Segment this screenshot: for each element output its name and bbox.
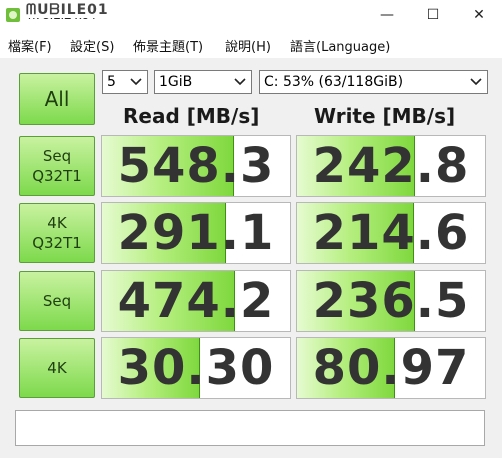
title-bar: rk 5.1.2 x64 ᗰᑌᗷIᒪE01 — ☐ ✕	[0, 0, 502, 30]
comment-field[interactable]	[15, 410, 485, 446]
4k-write-value: 80.97	[312, 340, 470, 396]
4k-read-value: 30.30	[117, 340, 275, 396]
chevron-down-icon	[130, 78, 142, 86]
read-header: Read [MB/s]	[123, 104, 260, 128]
4k-q32t1-button[interactable]: 4K Q32T1	[19, 203, 95, 263]
run-all-button[interactable]: All	[19, 73, 95, 125]
app-icon	[6, 8, 20, 22]
watermark-logo: ᗰᑌᗷIᒪE01	[24, 2, 111, 18]
seq-write-value: 236.5	[312, 273, 470, 329]
4k-q32t1-read-cell: 291.1	[101, 202, 291, 264]
drive-select[interactable]: C: 53% (63/118GiB)	[259, 70, 488, 94]
seq-q32t1-write-value: 242.8	[312, 138, 470, 194]
menu-help[interactable]: 說明(H)	[225, 36, 271, 55]
test-size-value: 1GiB	[159, 74, 193, 90]
row-label-line2: Q32T1	[32, 167, 82, 185]
4k-q32t1-write-cell: 214.6	[296, 202, 486, 264]
seq-q32t1-write-cell: 242.8	[296, 135, 486, 197]
menu-theme[interactable]: 佈景主題(T)	[133, 36, 203, 55]
chevron-down-icon	[234, 78, 246, 86]
minimize-icon: —	[380, 7, 394, 23]
drive-value: C: 53% (63/118GiB)	[264, 74, 404, 90]
write-header: Write [MB/s]	[314, 104, 456, 128]
4k-q32t1-read-value: 291.1	[117, 205, 275, 261]
4k-read-cell: 30.30	[101, 337, 291, 399]
close-icon: ✕	[473, 7, 485, 23]
menu-bar: 檔案(F) 設定(S) 佈景主題(T) 說明(H) 語言(Language)	[0, 31, 502, 58]
seq-read-value: 474.2	[117, 273, 275, 329]
seq-read-cell: 474.2	[101, 270, 291, 332]
seq-q32t1-read-cell: 548.3	[101, 135, 291, 197]
seq-button[interactable]: Seq	[19, 271, 95, 331]
menu-language[interactable]: 語言(Language)	[290, 36, 390, 55]
test-size-select[interactable]: 1GiB	[154, 70, 252, 94]
4k-write-cell: 80.97	[296, 337, 486, 399]
chevron-down-icon	[470, 78, 482, 86]
row-label-line1: 4K	[47, 359, 67, 377]
seq-q32t1-button[interactable]: Seq Q32T1	[19, 136, 95, 196]
row-label-line1: 4K	[47, 214, 67, 232]
seq-q32t1-read-value: 548.3	[117, 138, 275, 194]
seq-write-cell: 236.5	[296, 270, 486, 332]
minimize-button[interactable]: —	[364, 0, 410, 30]
maximize-icon: ☐	[426, 7, 440, 23]
test-count-value: 5	[107, 74, 116, 90]
row-label-line1: Seq	[42, 292, 72, 310]
row-label-line2: Q32T1	[32, 234, 82, 252]
row-label-line1: Seq	[42, 147, 72, 165]
menu-file[interactable]: 檔案(F)	[8, 36, 52, 55]
maximize-button[interactable]: ☐	[410, 0, 456, 30]
menu-settings[interactable]: 設定(S)	[70, 36, 114, 55]
4k-button[interactable]: 4K	[19, 338, 95, 398]
4k-q32t1-write-value: 214.6	[312, 205, 470, 261]
close-button[interactable]: ✕	[456, 0, 502, 30]
test-count-select[interactable]: 5	[102, 70, 148, 94]
